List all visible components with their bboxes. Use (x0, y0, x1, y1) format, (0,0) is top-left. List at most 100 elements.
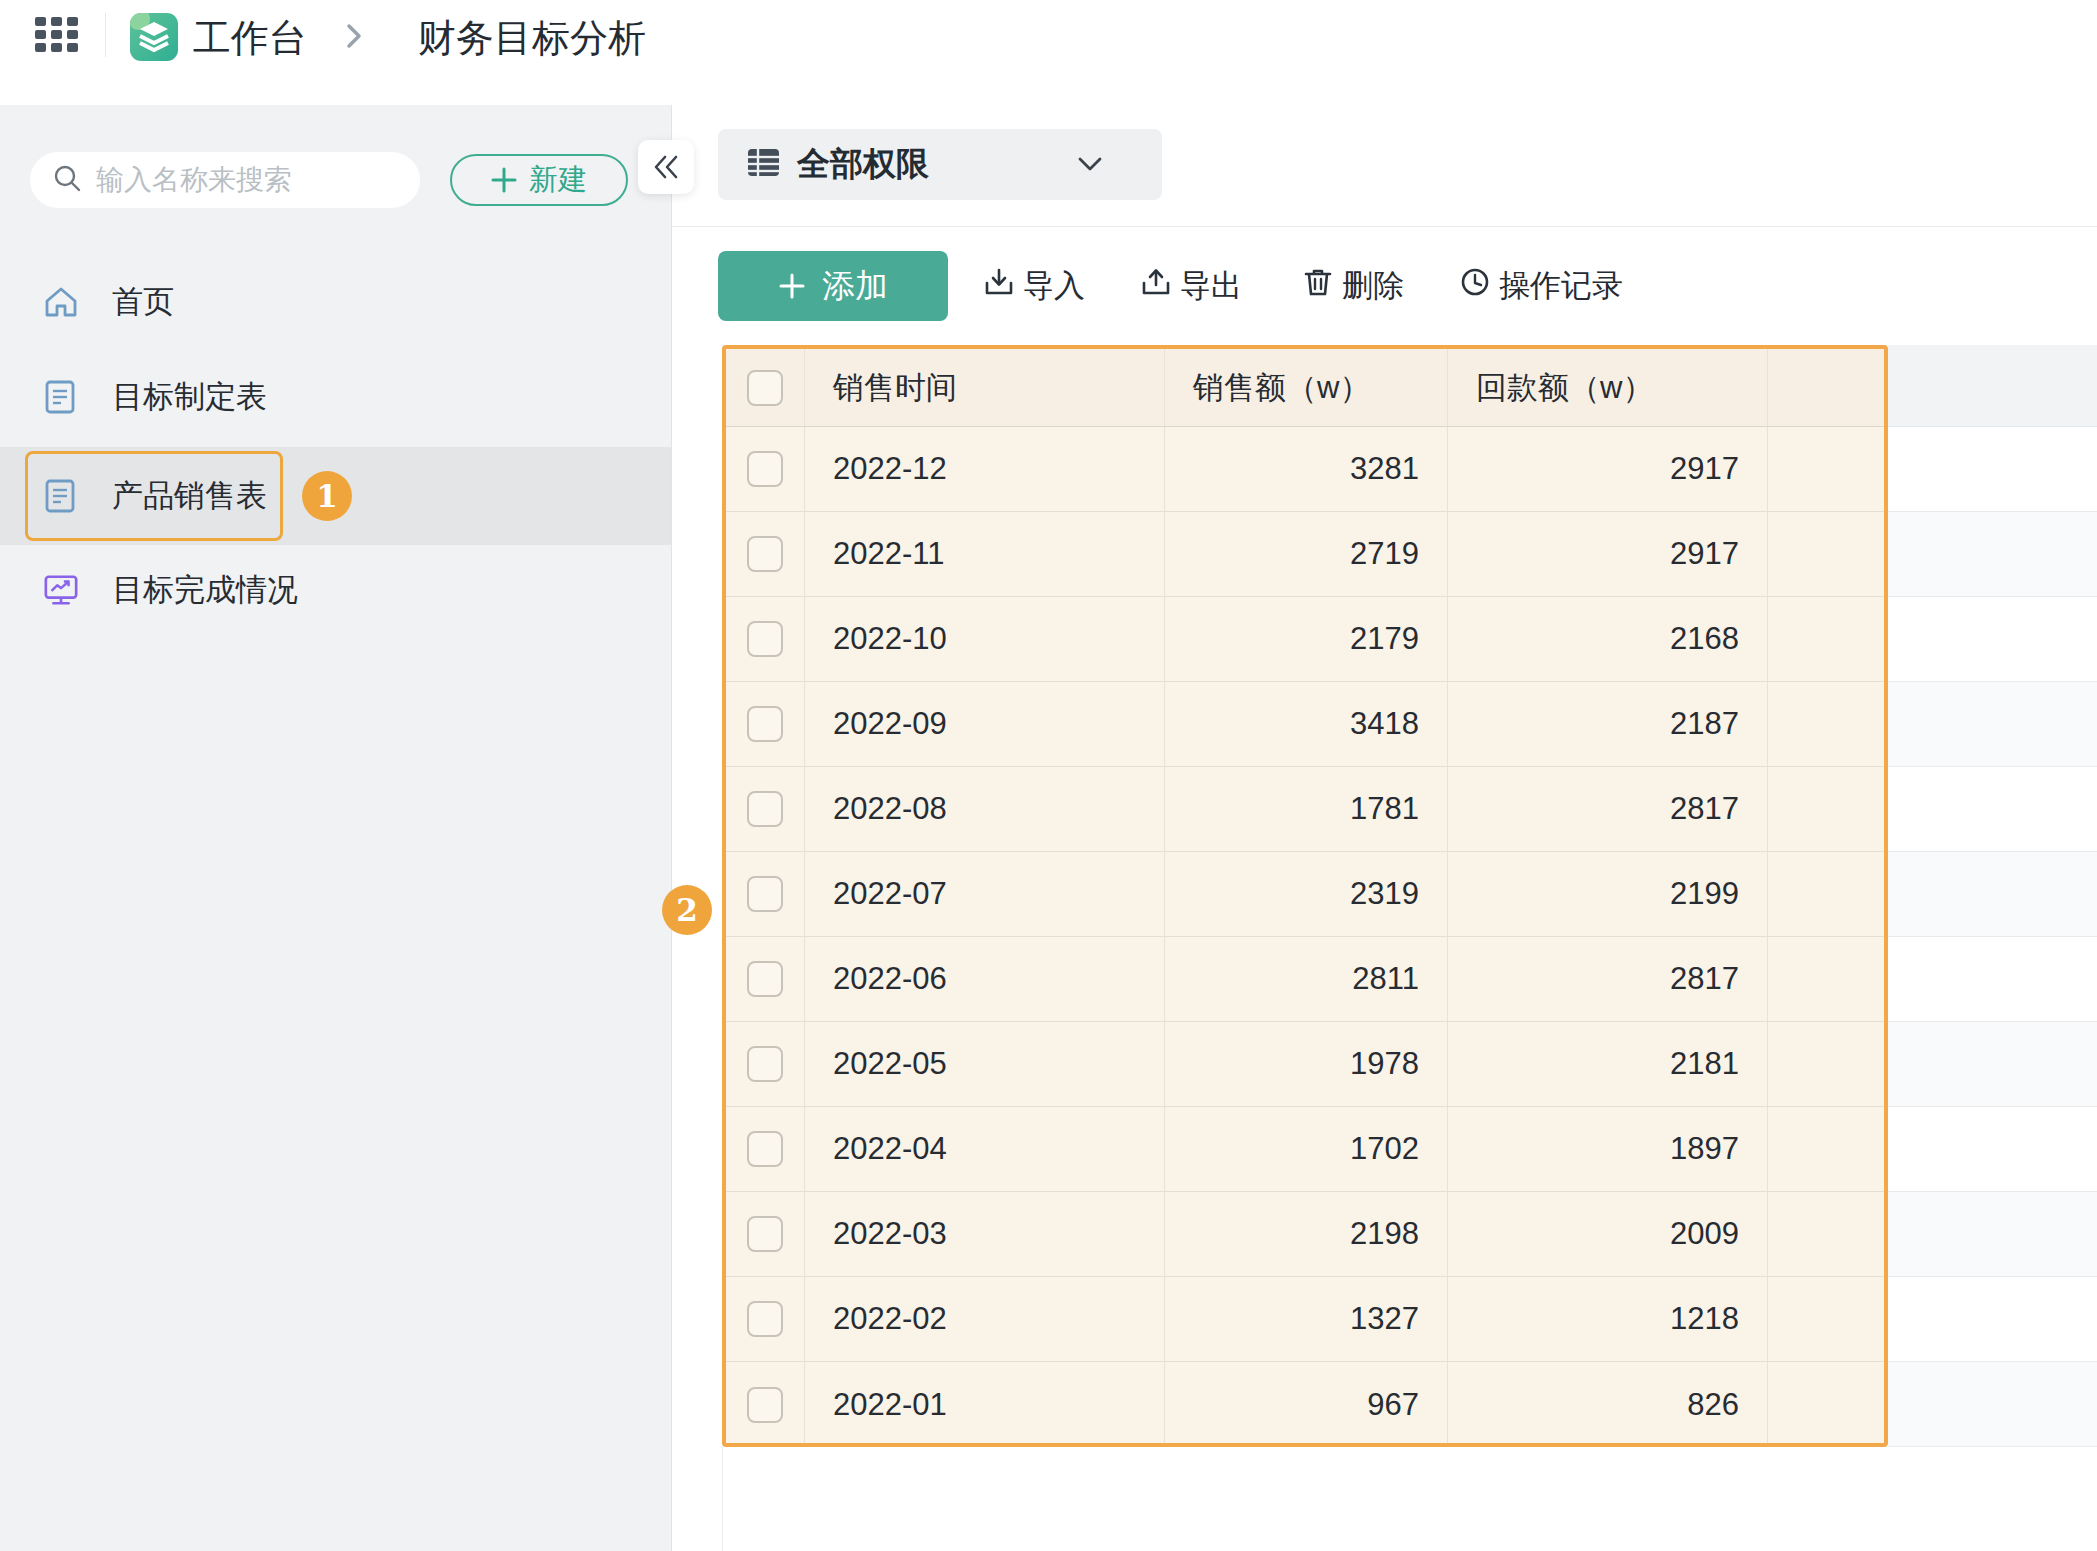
table-row: 2022-1232812917 (726, 427, 1884, 512)
row-checkbox[interactable] (747, 451, 783, 487)
select-all-checkbox[interactable] (747, 370, 783, 406)
app-grid-icon[interactable] (35, 17, 78, 57)
cell-sales-time[interactable]: 2022-07 (805, 852, 1165, 936)
row-checkbox[interactable] (747, 1216, 783, 1252)
cell-sales-time[interactable]: 2022-03 (805, 1192, 1165, 1276)
cell-payment-amount[interactable]: 2181 (1448, 1022, 1768, 1106)
cell-sales-amount[interactable]: 1781 (1165, 767, 1448, 851)
column-header-payment-amount[interactable]: 回款额（w） (1448, 349, 1768, 426)
cell-empty (1768, 852, 1884, 936)
annotation-badge-2: 2 (662, 885, 712, 935)
sidebar-item-label: 产品销售表 (112, 475, 267, 517)
breadcrumb-page-title[interactable]: 财务目标分析 (418, 13, 646, 64)
export-label: 导出 (1180, 265, 1242, 307)
cell-payment-amount[interactable]: 1897 (1448, 1107, 1768, 1191)
sidebar-collapse-button[interactable] (638, 140, 694, 194)
cell-sales-amount[interactable]: 2319 (1165, 852, 1448, 936)
main-content: 全部权限 添加 导入 导出 删除 (672, 0, 2097, 1551)
table-header-row: 销售时间 销售额（w） 回款额（w） (726, 349, 1884, 427)
cell-payment-amount[interactable]: 2199 (1448, 852, 1768, 936)
cell-payment-amount[interactable]: 1218 (1448, 1277, 1768, 1361)
sidebar-item-label: 目标制定表 (112, 376, 267, 418)
permission-selector[interactable]: 全部权限 (718, 129, 1162, 200)
cell-payment-amount[interactable]: 826 (1448, 1362, 1768, 1447)
search-input[interactable] (96, 164, 396, 196)
sidebar-item-product-sales[interactable]: 产品销售表 1 (0, 447, 671, 545)
cell-empty (1768, 512, 1884, 596)
add-button[interactable]: 添加 (718, 251, 948, 321)
sidebar-search[interactable] (30, 152, 420, 208)
workspace-logo-icon[interactable] (130, 13, 178, 65)
row-extension (1888, 1022, 2097, 1107)
cell-sales-time[interactable]: 2022-06 (805, 937, 1165, 1021)
table-row: 2022-0628112817 (726, 937, 1884, 1022)
sidebar-item-goal-setting[interactable]: 目标制定表 (0, 348, 671, 446)
cell-payment-amount[interactable]: 2168 (1448, 597, 1768, 681)
sidebar-item-goal-completion[interactable]: 目标完成情况 (0, 541, 671, 639)
row-extension (1888, 937, 2097, 1022)
column-header-sales-amount[interactable]: 销售额（w） (1165, 349, 1448, 426)
row-checkbox[interactable] (747, 706, 783, 742)
table-row: 2022-0723192199 (726, 852, 1884, 937)
cell-sales-time[interactable]: 2022-10 (805, 597, 1165, 681)
cell-sales-amount[interactable]: 2198 (1165, 1192, 1448, 1276)
cell-payment-amount[interactable]: 2817 (1448, 767, 1768, 851)
table-row: 2022-0417021897 (726, 1107, 1884, 1192)
data-table: 销售时间 销售额（w） 回款额（w） 2022-12328129172022-1… (722, 345, 1888, 1447)
cell-sales-time[interactable]: 2022-01 (805, 1362, 1165, 1447)
cell-sales-time[interactable]: 2022-09 (805, 682, 1165, 766)
cell-payment-amount[interactable]: 2917 (1448, 427, 1768, 511)
export-button[interactable]: 导出 (1140, 265, 1242, 307)
row-checkbox[interactable] (747, 1387, 783, 1423)
cell-sales-amount[interactable]: 1978 (1165, 1022, 1448, 1106)
cell-sales-time[interactable]: 2022-02 (805, 1277, 1165, 1361)
cell-payment-amount[interactable]: 2917 (1448, 512, 1768, 596)
new-button[interactable]: 新建 (450, 154, 628, 206)
cell-sales-time[interactable]: 2022-08 (805, 767, 1165, 851)
delete-button[interactable]: 删除 (1302, 265, 1404, 307)
cell-payment-amount[interactable]: 2187 (1448, 682, 1768, 766)
cell-sales-time[interactable]: 2022-11 (805, 512, 1165, 596)
breadcrumb-workspace[interactable]: 工作台 (193, 13, 307, 64)
row-checkbox[interactable] (747, 791, 783, 827)
cell-sales-time[interactable]: 2022-12 (805, 427, 1165, 511)
row-checkbox[interactable] (747, 1046, 783, 1082)
import-button[interactable]: 导入 (983, 265, 1085, 307)
row-extension (1888, 1362, 2097, 1447)
row-extension (1888, 427, 2097, 512)
cell-sales-amount[interactable]: 967 (1165, 1362, 1448, 1447)
cell-payment-amount[interactable]: 2009 (1448, 1192, 1768, 1276)
toolbar-divider (672, 226, 2097, 227)
document-icon (43, 478, 79, 514)
cell-sales-amount[interactable]: 3418 (1165, 682, 1448, 766)
cell-sales-amount[interactable]: 2811 (1165, 937, 1448, 1021)
row-checkbox[interactable] (747, 536, 783, 572)
cell-sales-time[interactable]: 2022-04 (805, 1107, 1165, 1191)
row-checkbox[interactable] (747, 621, 783, 657)
document-icon (43, 379, 79, 415)
table-row: 2022-0519782181 (726, 1022, 1884, 1107)
cell-empty (1768, 682, 1884, 766)
monitor-chart-icon (43, 572, 79, 608)
sidebar-item-home[interactable]: 首页 (0, 253, 671, 351)
row-checkbox[interactable] (747, 961, 783, 997)
row-checkbox[interactable] (747, 1131, 783, 1167)
column-header-sales-time[interactable]: 销售时间 (805, 349, 1165, 426)
cell-sales-amount[interactable]: 1702 (1165, 1107, 1448, 1191)
history-button[interactable]: 操作记录 (1459, 265, 1623, 307)
cell-sales-amount[interactable]: 2179 (1165, 597, 1448, 681)
row-extension (1888, 1192, 2097, 1277)
cell-sales-amount[interactable]: 1327 (1165, 1277, 1448, 1361)
cell-payment-amount[interactable]: 2817 (1448, 937, 1768, 1021)
row-checkbox[interactable] (747, 1301, 783, 1337)
row-checkbox[interactable] (747, 876, 783, 912)
cell-sales-amount[interactable]: 2719 (1165, 512, 1448, 596)
cell-sales-time[interactable]: 2022-05 (805, 1022, 1165, 1106)
table-row: 2022-0213271218 (726, 1277, 1884, 1362)
cell-empty (1768, 1362, 1884, 1447)
cell-sales-amount[interactable]: 3281 (1165, 427, 1448, 511)
import-icon (983, 266, 1015, 306)
search-icon (52, 163, 82, 197)
chevron-down-icon (1078, 157, 1102, 175)
row-extension (1888, 682, 2097, 767)
